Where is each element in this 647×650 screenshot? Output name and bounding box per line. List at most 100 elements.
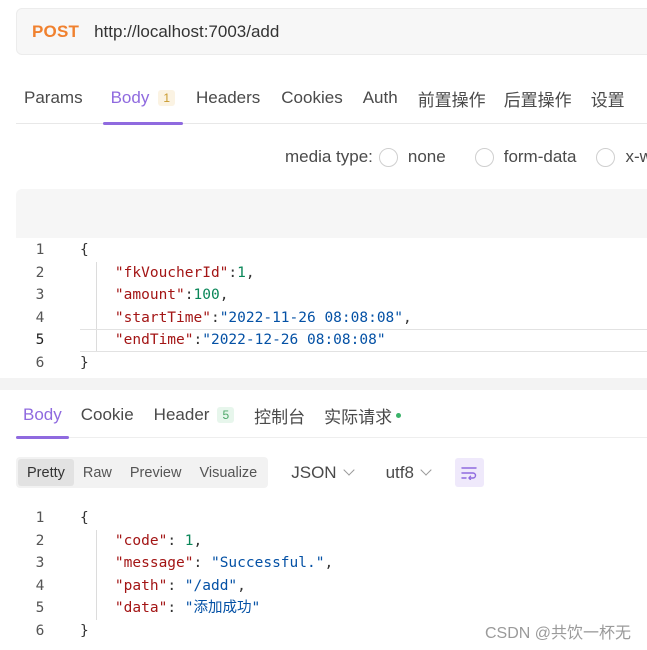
- json-comma: ,: [245, 264, 255, 281]
- tab-body[interactable]: Body 1: [102, 72, 184, 125]
- json-value: "/add": [184, 577, 238, 594]
- url-bar[interactable]: POST http://localhost:7003/add: [16, 8, 647, 55]
- line-number: 3: [35, 555, 45, 572]
- tab-label: Cookie: [80, 405, 134, 424]
- media-type-label: media type:: [285, 147, 373, 166]
- code-line: 3 "message": "Successful.",: [16, 552, 647, 575]
- tab-label: 前置操作: [417, 90, 486, 110]
- tab-post-operations[interactable]: 后置操作: [504, 72, 572, 124]
- json-colon: :: [167, 532, 185, 549]
- response-tab-console[interactable]: 控制台: [254, 392, 305, 438]
- json-brace: }: [80, 354, 89, 371]
- watermark: CSDN @共饮一杯无: [484, 625, 631, 642]
- json-brace: {: [80, 242, 89, 258]
- line-number: 6: [35, 354, 45, 371]
- json-value: "添加成功": [184, 600, 261, 617]
- tab-label: Header: [153, 405, 210, 424]
- mode-pretty-button[interactable]: Pretty: [18, 459, 74, 486]
- body-editor-toolbar: [16, 189, 647, 238]
- radio-none-label[interactable]: none: [408, 147, 446, 167]
- response-tab-header[interactable]: Header 5: [153, 392, 235, 438]
- json-colon: :: [193, 555, 211, 572]
- json-key: "endTime": [114, 332, 194, 349]
- json-value: "2022-12-26 08:08:08": [202, 332, 386, 349]
- media-type-selector: media type: none form-data x-w: [285, 144, 647, 170]
- tab-cookies[interactable]: Cookies: [281, 72, 342, 124]
- line-number: 6: [35, 622, 45, 639]
- line-number: 3: [35, 287, 45, 304]
- view-mode-segmented: Pretty Raw Preview Visualize: [16, 457, 269, 488]
- code-line: 6}: [16, 352, 647, 375]
- tab-headers[interactable]: Headers: [196, 72, 260, 124]
- tab-label: Body: [23, 405, 62, 424]
- json-key: "fkVoucherId": [114, 264, 229, 281]
- json-comma: ,: [193, 532, 203, 549]
- radio-form-data-label[interactable]: form-data: [504, 147, 577, 167]
- code-line: 4 "path": "/add",: [16, 575, 647, 598]
- json-key: "code": [114, 532, 168, 549]
- line-number: 2: [35, 532, 45, 549]
- line-number: 4: [35, 309, 45, 326]
- json-colon: :: [167, 600, 185, 617]
- mode-preview-button[interactable]: Preview: [121, 459, 191, 486]
- json-colon: :: [184, 287, 194, 304]
- mode-visualize-button[interactable]: Visualize: [190, 459, 266, 486]
- tab-label: Body: [110, 88, 150, 107]
- json-comma: ,: [219, 287, 229, 304]
- mode-raw-button[interactable]: Raw: [74, 459, 121, 486]
- encoding-select[interactable]: utf8: [386, 463, 432, 483]
- response-tab-actual-request[interactable]: 实际请求: [324, 392, 402, 438]
- word-wrap-button[interactable]: [454, 458, 484, 487]
- radio-none[interactable]: [378, 147, 398, 167]
- tab-params[interactable]: Params: [24, 72, 83, 124]
- json-colon: :: [167, 577, 185, 594]
- header-count-badge: 5: [217, 407, 235, 423]
- json-value: "Successful.": [210, 555, 325, 572]
- body-count-badge: 1: [158, 90, 176, 106]
- tab-label: Headers: [196, 88, 261, 107]
- tab-settings[interactable]: 设置: [591, 72, 625, 124]
- tab-label: Params: [24, 88, 83, 107]
- tab-label: 后置操作: [503, 90, 572, 110]
- response-tab-body[interactable]: Body: [16, 392, 69, 439]
- json-comma: ,: [403, 309, 412, 326]
- language-select[interactable]: JSON: [291, 462, 355, 483]
- tab-pre-operations[interactable]: 前置操作: [418, 72, 486, 124]
- code-line: 5 "data": "添加成功": [16, 597, 647, 620]
- line-number: 5: [35, 600, 45, 617]
- code-line: 2 "code": 1,: [16, 530, 647, 553]
- json-colon: :: [228, 264, 238, 281]
- radio-x-www-form-label[interactable]: x-w: [625, 147, 647, 167]
- json-key: "data": [114, 600, 168, 617]
- chevron-down-icon: [342, 464, 355, 476]
- pane-divider[interactable]: [0, 378, 647, 390]
- http-method-label[interactable]: POST: [32, 22, 79, 42]
- line-number: 1: [35, 510, 45, 526]
- code-line: 3 "amount":100,: [16, 284, 647, 307]
- code-line: 1{: [16, 507, 647, 530]
- line-number: 2: [35, 264, 45, 281]
- radio-form-data[interactable]: [474, 147, 494, 167]
- code-line: 4 "startTime":"2022-11-26 08:08:08",: [16, 307, 647, 330]
- response-tab-cookie[interactable]: Cookie: [81, 392, 134, 438]
- tab-label: 设置: [590, 90, 625, 110]
- json-brace: {: [80, 510, 89, 526]
- language-select-value: JSON: [291, 462, 337, 482]
- tab-auth[interactable]: Auth: [363, 72, 398, 124]
- code-line: 1{: [16, 239, 647, 262]
- json-comma: ,: [324, 555, 334, 572]
- line-number: 1: [35, 242, 45, 258]
- json-brace: }: [80, 622, 89, 639]
- request-tabs: Params Body 1 Headers Cookies Auth 前置操作 后…: [16, 72, 647, 125]
- request-body-editor[interactable]: 1{ 2 "fkVoucherId": 1, 3 "amount":100, 4 …: [16, 239, 647, 375]
- tab-label: Cookies: [281, 88, 343, 107]
- chevron-down-icon: [420, 464, 432, 476]
- json-key: "amount": [114, 287, 185, 304]
- radio-x-www-form[interactable]: [596, 147, 616, 167]
- tab-label: 实际请求: [324, 407, 393, 427]
- url-input[interactable]: http://localhost:7003/add: [94, 22, 279, 42]
- wrap-lines-icon: [461, 466, 478, 480]
- line-number: 5: [35, 332, 45, 349]
- json-key: "message": [114, 555, 194, 572]
- json-key: "startTime": [114, 309, 211, 326]
